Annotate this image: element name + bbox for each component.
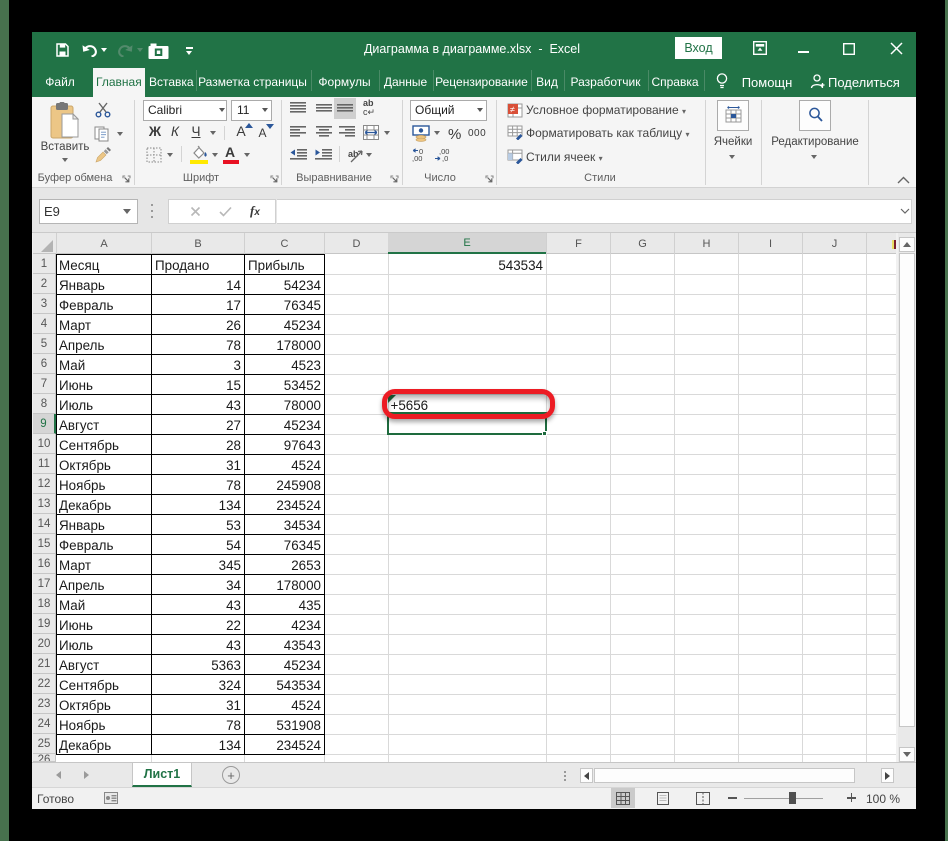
svg-text:ab: ab (348, 149, 359, 159)
svg-text:,00: ,00 (412, 154, 422, 163)
svg-text:,0: ,0 (442, 154, 448, 163)
svg-text:≠: ≠ (510, 105, 515, 115)
